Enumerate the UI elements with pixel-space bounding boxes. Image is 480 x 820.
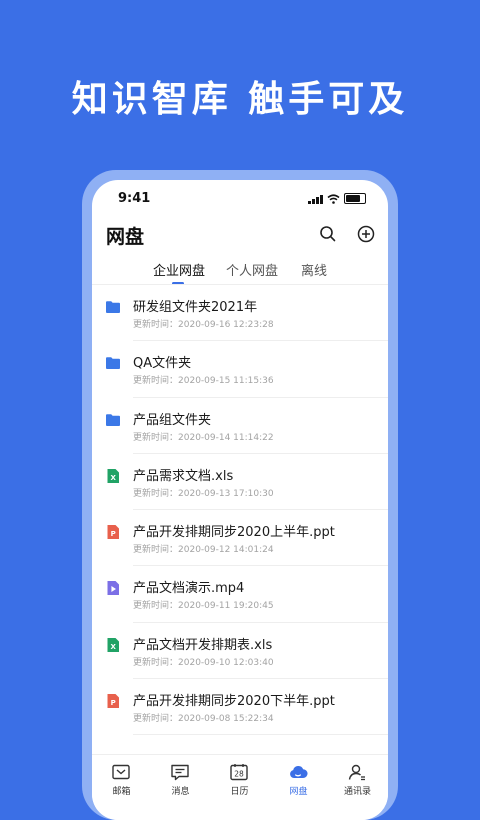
page-title: 网盘 — [106, 226, 145, 248]
svg-text:X: X — [110, 474, 116, 482]
updated-label: 更新时间： — [133, 488, 179, 499]
file-updated: 更新时间：2020-09-11 19:20:45 — [133, 598, 274, 611]
tab-personal-drive[interactable]: 个人网盘 — [226, 260, 278, 279]
calendar-day: 28 — [234, 770, 244, 779]
file-updated: 更新时间：2020-09-12 14:01:24 — [133, 542, 274, 555]
contacts-icon — [348, 764, 365, 781]
tabbar-item-mail[interactable]: 邮箱 — [92, 755, 151, 815]
status-time: 9:41 — [118, 191, 151, 206]
signal-icon — [308, 194, 323, 204]
excel-file-icon: X — [105, 468, 121, 484]
file-row[interactable]: QA文件夹 更新时间：2020-09-15 11:15:36 — [92, 341, 388, 398]
folder-icon — [105, 355, 121, 371]
file-name: 产品文档开发排期表.xls — [133, 637, 273, 653]
tabbar-label: 日历 — [230, 787, 249, 797]
file-name: QA文件夹 — [133, 356, 192, 372]
tabbar-item-messages[interactable]: 消息 — [151, 755, 210, 815]
tabbar-label: 通讯录 — [343, 787, 371, 797]
updated-time: 2020-09-14 11:14:22 — [178, 432, 274, 443]
cloud-icon — [290, 765, 308, 778]
updated-time: 2020-09-08 15:22:34 — [178, 714, 274, 725]
tab-enterprise-drive[interactable]: 企业网盘 — [153, 260, 205, 279]
status-bar: 9:41 — [92, 180, 388, 216]
updated-label: 更新时间： — [133, 714, 179, 725]
file-row[interactable]: 研发组文件夹2021年更新时间：2020-09-16 12:23:28 — [92, 285, 388, 342]
bottom-tab-bar: 邮箱 消息 28 日历 网盘 通讯录 — [92, 754, 388, 820]
wifi-icon — [327, 194, 340, 204]
search-icon — [320, 226, 336, 242]
plus-circle-icon — [357, 225, 375, 243]
updated-time: 2020-09-11 19:20:45 — [178, 601, 274, 612]
file-name: 产品文档演示.mp4 — [133, 581, 245, 597]
row-divider — [133, 734, 388, 736]
headline: 知识智库 触手可及 — [71, 79, 409, 120]
excel-file-icon: X — [105, 637, 121, 653]
tabbar-label: 消息 — [171, 787, 190, 797]
video-file-icon — [105, 580, 121, 596]
file-row[interactable]: X 产品文档开发排期表.xls 更新时间：2020-09-10 12:03:40 — [92, 623, 388, 680]
file-updated: 更新时间：2020-09-15 11:15:36 — [133, 373, 274, 386]
file-updated: 更新时间：2020-09-16 12:23:28 — [133, 317, 274, 330]
updated-time: 2020-09-13 17:10:30 — [178, 488, 274, 499]
tabbar-item-contacts[interactable]: 通讯录 — [328, 755, 387, 815]
file-name: 产品开发排期同步2020上半年.ppt — [133, 525, 335, 541]
updated-label: 更新时间： — [133, 657, 179, 668]
mail-icon — [112, 764, 130, 780]
file-row[interactable]: X 产品需求文档.xls 更新时间：2020-09-13 17:10:30 — [92, 454, 388, 511]
updated-time: 2020-09-15 11:15:36 — [178, 376, 274, 387]
updated-label: 更新时间： — [133, 376, 179, 387]
svg-text:P: P — [111, 530, 116, 538]
updated-label: 更新时间： — [133, 432, 179, 443]
svg-text:X: X — [110, 643, 116, 651]
updated-time: 2020-09-16 12:23:28 — [178, 320, 274, 330]
add-button[interactable] — [356, 224, 376, 244]
updated-time: 2020-09-12 14:01:24 — [178, 545, 274, 556]
ppt-file-icon: P — [105, 693, 121, 709]
search-button[interactable] — [318, 224, 338, 244]
tabbar-label: 网盘 — [289, 787, 308, 797]
file-list: 研发组文件夹2021年 更新时间：2020-09-16 12:23:28 QA文件夹… — [92, 285, 388, 736]
file-updated: 更新时间：2020-09-14 11:14:22 — [133, 430, 274, 443]
file-name: 产品需求文档.xls — [133, 468, 234, 484]
file-name: 研发组文件夹2021年 — [133, 300, 258, 315]
app-header: 网盘 — [92, 216, 388, 256]
updated-label: 更新时间： — [133, 320, 179, 330]
file-name: 产品组文件夹 — [133, 412, 212, 428]
file-name: 产品开发排期同步2020下半年.ppt — [133, 694, 335, 710]
file-row[interactable]: P 产品开发排期同步2020下半年.ppt 更新时间：2020-09-08 15:2… — [92, 679, 388, 736]
tab-offline[interactable]: 离线 — [301, 260, 327, 279]
battery-icon — [344, 193, 366, 204]
file-row[interactable]: 产品文档演示.mp4 更新时间：2020-09-11 19:20:45 — [92, 566, 388, 623]
tabbar-item-calendar[interactable]: 28 日历 — [210, 755, 269, 815]
file-updated: 更新时间：2020-09-08 15:22:34 — [133, 711, 274, 724]
status-icons — [308, 193, 366, 204]
tabbar-label: 邮箱 — [112, 787, 131, 797]
tabbar-item-drive[interactable]: 网盘 — [269, 755, 328, 815]
phone-screen: 9:41 网盘 企业网盘 个人网盘 离线 研发组文件夹2021年 更新时间：20… — [92, 180, 388, 820]
file-row[interactable]: 产品组文件夹更新时间：2020-09-14 11:14:22 — [92, 398, 388, 454]
folder-icon — [105, 412, 121, 428]
folder-icon — [105, 299, 121, 315]
svg-text:P: P — [111, 699, 116, 707]
updated-label: 更新时间： — [133, 601, 179, 612]
message-icon — [171, 764, 189, 781]
updated-label: 更新时间： — [133, 545, 179, 556]
calendar-icon: 28 — [230, 764, 248, 781]
file-updated: 更新时间：2020-09-10 12:03:40 — [133, 655, 274, 668]
updated-time: 2020-09-10 12:03:40 — [178, 657, 274, 668]
file-row[interactable]: P 产品开发排期同步2020上半年.ppt 更新时间：2020-09-12 14:0… — [92, 510, 388, 567]
drive-tabs: 企业网盘 个人网盘 离线 — [92, 260, 388, 286]
file-updated: 更新时间：2020-09-13 17:10:30 — [133, 486, 274, 499]
ppt-file-icon: P — [105, 524, 121, 540]
